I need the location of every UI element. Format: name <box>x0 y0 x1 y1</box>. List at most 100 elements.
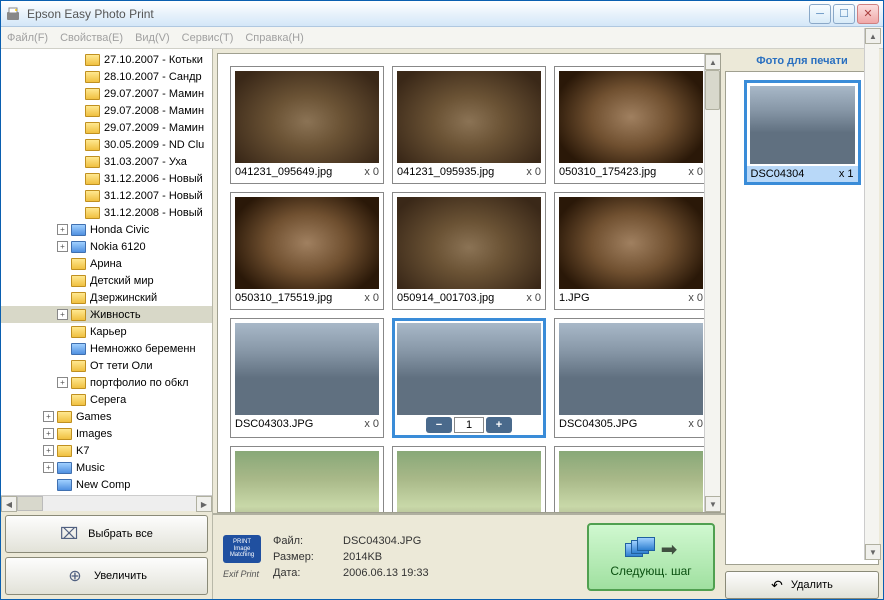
tree-item-label: K7 <box>76 445 89 457</box>
thumbnail[interactable] <box>554 446 708 512</box>
thumbnail[interactable]: 050310_175519.jpgx 0 <box>230 192 384 310</box>
expand-icon <box>57 343 68 354</box>
zoom-button[interactable]: ⊕ Увеличить <box>5 557 208 595</box>
qty-minus-button[interactable]: − <box>426 417 452 433</box>
thumbnail[interactable]: 041231_095935.jpgx 0 <box>392 66 546 184</box>
tree-item[interactable]: + K7 <box>1 442 212 459</box>
expand-icon[interactable]: + <box>43 445 54 456</box>
close-button[interactable]: ✕ <box>857 4 879 24</box>
minimize-button[interactable]: ─ <box>809 4 831 24</box>
meta-date-value: 2006.06.13 19:33 <box>343 567 429 579</box>
thumbnail[interactable]: 050914_001703.jpgx 0 <box>392 192 546 310</box>
qty-plus-button[interactable]: + <box>486 417 512 433</box>
folder-icon <box>85 54 100 66</box>
thumb-name: 050914_001703.jpg <box>397 292 494 304</box>
tree-item[interactable]: +Programs <box>1 493 212 495</box>
tree-item[interactable]: 28.10.2007 - Сандр <box>1 68 212 85</box>
expand-icon <box>71 190 82 201</box>
tree-item[interactable]: Серега <box>1 391 212 408</box>
tree-item[interactable]: 29.07.2009 - Мамин <box>1 119 212 136</box>
expand-icon[interactable]: + <box>57 224 68 235</box>
expand-icon[interactable]: + <box>43 428 54 439</box>
thumbnail[interactable]: DSC04303.JPGx 0 <box>230 318 384 438</box>
scroll-down-icon[interactable]: ▼ <box>705 496 721 512</box>
menu-help[interactable]: Справка(H) <box>245 32 303 44</box>
menu-view[interactable]: Вид(V) <box>135 32 170 44</box>
tree-item[interactable]: Немножко беременн <box>1 340 212 357</box>
folder-tree[interactable]: 27.10.2007 - Котьки28.10.2007 - Сандр29.… <box>1 49 212 495</box>
expand-icon[interactable]: + <box>57 377 68 388</box>
expand-icon <box>57 275 68 286</box>
tree-item[interactable]: 30.05.2009 - ND Clu <box>1 136 212 153</box>
scroll-left-icon[interactable]: ◀ <box>1 496 17 512</box>
thumbnail[interactable] <box>230 446 384 512</box>
menu-props[interactable]: Свойства(E) <box>60 32 123 44</box>
thumbnail[interactable]: −+ <box>392 318 546 438</box>
tree-item-label: Серега <box>90 394 126 406</box>
thumbnail[interactable] <box>392 446 546 512</box>
tree-item[interactable]: + портфолио по обкл <box>1 374 212 391</box>
tree-item[interactable]: 31.12.2007 - Новый <box>1 187 212 204</box>
thumbnail[interactable]: 050310_175423.jpgx 0 <box>554 66 708 184</box>
tree-item[interactable]: 29.07.2008 - Мамин <box>1 102 212 119</box>
expand-icon[interactable]: + <box>43 462 54 473</box>
thumb-count: x 0 <box>364 166 379 178</box>
scroll-right-icon[interactable]: ▶ <box>196 496 212 512</box>
next-step-label: Следующ. шаг <box>610 564 691 578</box>
tree-item[interactable]: 31.12.2006 - Новый <box>1 170 212 187</box>
folder-icon <box>85 71 100 83</box>
expand-icon <box>71 71 82 82</box>
queued-thumb[interactable]: DSC04304 x 1 <box>744 80 861 185</box>
tree-item[interactable]: 31.03.2007 - Уха <box>1 153 212 170</box>
thumb-count: x 0 <box>688 292 703 304</box>
expand-icon[interactable]: + <box>57 309 68 320</box>
tree-item-label: Music <box>76 462 105 474</box>
tree-item[interactable]: Детский мир <box>1 272 212 289</box>
delete-button[interactable]: ↶ Удалить <box>725 571 879 599</box>
expand-icon <box>71 54 82 65</box>
tree-item[interactable]: + Живность <box>1 306 212 323</box>
tree-item[interactable]: New Comp <box>1 476 212 493</box>
tree-item[interactable]: 27.10.2007 - Котьки <box>1 51 212 68</box>
tree-item-label: От тети Оли <box>90 360 153 372</box>
tree-item[interactable]: Карьер <box>1 323 212 340</box>
tree-item[interactable]: + Nokia 6120 <box>1 238 212 255</box>
menu-file[interactable]: Файл(F) <box>7 32 48 44</box>
tree-item-label: 29.07.2009 - Мамин <box>104 122 204 134</box>
tree-item-label: Nokia 6120 <box>90 241 146 253</box>
expand-icon[interactable]: + <box>43 411 54 422</box>
tree-item[interactable]: +Honda Civic <box>1 221 212 238</box>
tree-item-label: Детский мир <box>90 275 154 287</box>
tree-item-label: 29.07.2008 - Мамин <box>104 105 204 117</box>
magnify-icon: ⊕ <box>66 567 84 585</box>
queued-count: x 1 <box>839 168 854 180</box>
tree-item[interactable]: +Images <box>1 425 212 442</box>
tree-item[interactable]: От тети Оли <box>1 357 212 374</box>
thumbnail[interactable]: 041231_095649.jpgx 0 <box>230 66 384 184</box>
next-step-button[interactable]: ➡ Следующ. шаг <box>587 523 715 591</box>
tree-hscroll[interactable]: ◀ ▶ <box>1 495 212 511</box>
menu-service[interactable]: Сервис(T) <box>182 32 234 44</box>
tree-item[interactable]: + Games <box>1 408 212 425</box>
maximize-button[interactable]: ☐ <box>833 4 855 24</box>
tree-item-label: 27.10.2007 - Котьки <box>104 54 203 66</box>
folder-icon <box>71 343 86 355</box>
tree-item[interactable]: 31.12.2008 - Новый <box>1 204 212 221</box>
scroll-up-icon[interactable]: ▲ <box>705 54 721 70</box>
thumb-count: x 0 <box>364 418 379 430</box>
tree-item-label: портфолио по обкл <box>90 377 189 389</box>
tree-item-label: Живность <box>90 309 141 321</box>
tree-item[interactable]: Арина <box>1 255 212 272</box>
thumbnail[interactable]: DSC04305.JPGx 0 <box>554 318 708 438</box>
tree-item[interactable]: 29.07.2007 - Мамин <box>1 85 212 102</box>
thumb-vscroll[interactable]: ▲ ▼ <box>704 54 720 512</box>
expand-icon <box>57 326 68 337</box>
select-all-button[interactable]: ⌧ Выбрать все <box>5 515 208 553</box>
tree-item-label: Games <box>76 411 111 423</box>
thumbnail[interactable]: 1.JPGx 0 <box>554 192 708 310</box>
queue-vscroll[interactable]: ▲▼ <box>864 71 879 560</box>
qty-input[interactable] <box>454 417 484 433</box>
tree-item[interactable]: + Music <box>1 459 212 476</box>
expand-icon[interactable]: + <box>57 241 68 252</box>
tree-item[interactable]: Дзержинский <box>1 289 212 306</box>
